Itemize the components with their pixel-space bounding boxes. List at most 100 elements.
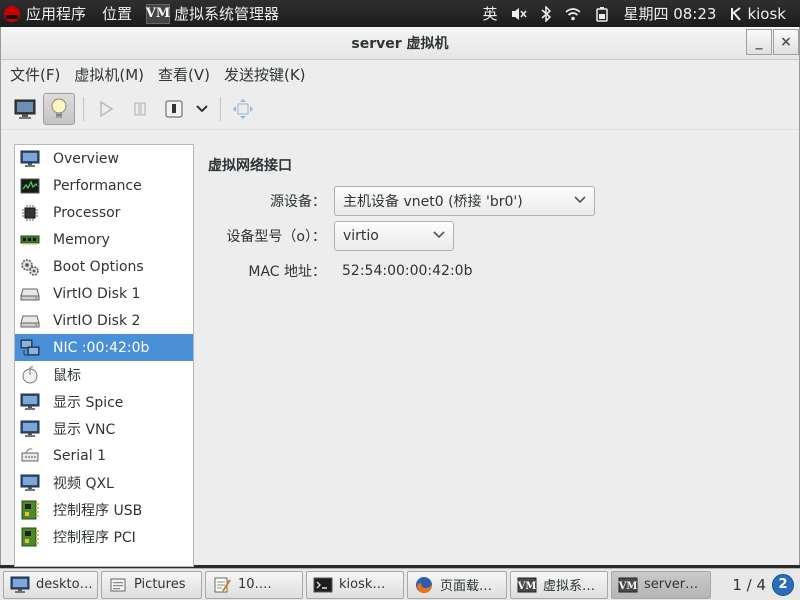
taskbar-window-label: 页面载… — [440, 579, 493, 594]
taskbar-window-button[interactable]: kiosk… — [306, 570, 404, 599]
bluetooth-icon[interactable] — [541, 5, 552, 22]
taskbar-window-button[interactable]: 页面载… — [407, 570, 507, 599]
hardware-list-item-label: VirtIO Disk 2 — [53, 312, 141, 329]
mac-address-value: 52:54:00:00:42:0b — [342, 263, 473, 279]
hardware-list-item[interactable]: NIC :00:42:0b — [15, 334, 193, 361]
wifi-icon[interactable] — [565, 7, 581, 21]
chevron-down-icon — [196, 104, 208, 112]
minimize-button[interactable]: _ — [746, 29, 772, 55]
monitor-icon — [14, 99, 36, 119]
monitor-icon — [10, 576, 30, 594]
window-title: server 虚拟机 — [351, 36, 449, 52]
menu-view[interactable]: 查看(V) — [151, 64, 217, 85]
chip-icon — [19, 203, 41, 223]
input-method-indicator[interactable]: 英 — [482, 3, 497, 24]
hardware-list-item-label: 视频 QXL — [53, 475, 114, 492]
svg-text:VM: VM — [618, 581, 637, 592]
hardware-list-item[interactable]: 控制程序 USB — [15, 496, 193, 523]
places-menu[interactable]: 位置 — [102, 0, 132, 27]
firefox-icon — [414, 576, 434, 594]
menu-vm[interactable]: 虚拟机(M) — [67, 64, 151, 85]
pause-button[interactable] — [124, 93, 156, 125]
monitor-icon — [19, 149, 41, 169]
taskbar-window-label: kiosk… — [339, 577, 386, 592]
taskbar-window-label: 10…. — [238, 577, 272, 592]
menu-send-key[interactable]: 发送按键(K) — [217, 64, 313, 85]
hardware-list-item-label: 控制程序 PCI — [53, 529, 136, 546]
taskbar-window-button[interactable]: VM 虚拟系… — [510, 570, 608, 599]
console-view-button[interactable] — [9, 93, 41, 125]
menu-file[interactable]: 文件(F) — [3, 64, 67, 85]
redhat-logo-icon — [4, 5, 20, 22]
active-app-label: 虚拟系统管理器 — [174, 5, 280, 23]
hardware-list-item[interactable]: 鼠标 — [15, 361, 193, 388]
places-menu-label: 位置 — [102, 5, 133, 23]
vm-details-window: server 虚拟机 _ × 文件(F) 虚拟机(M) 查看(V) 发送按键(K… — [0, 27, 800, 567]
hardware-list-item-label: 显示 VNC — [53, 421, 116, 438]
user-icon — [731, 6, 742, 21]
details-view-button[interactable] — [43, 92, 75, 125]
hardware-list-item-label: NIC :00:42:0b — [53, 339, 150, 356]
pause-icon — [134, 102, 146, 115]
hardware-list-item-label: Overview — [53, 150, 119, 167]
hardware-list-item[interactable]: VirtIO Disk 1 — [15, 280, 193, 307]
power-icon[interactable] — [595, 6, 609, 22]
hardware-list-item-label: Serial 1 — [53, 447, 106, 464]
hardware-list-item-label: 控制程序 USB — [53, 502, 143, 519]
device-model-value: virtio — [343, 228, 379, 244]
applications-menu[interactable]: 应用程序 — [0, 0, 86, 27]
toolbar-separator — [83, 96, 84, 121]
active-app-menu[interactable]: VM 虚拟系统管理器 — [146, 0, 279, 27]
hardware-list-item[interactable]: Processor — [15, 199, 193, 226]
controller-icon — [19, 500, 41, 520]
taskbar-window-button[interactable]: 10…. — [205, 570, 303, 599]
monitor-icon — [19, 392, 41, 412]
menubar: 文件(F) 虚拟机(M) 查看(V) 发送按键(K) — [1, 60, 799, 88]
shutdown-button[interactable] — [158, 93, 190, 125]
memory-icon — [19, 230, 41, 250]
run-button[interactable] — [90, 93, 122, 125]
controller-icon — [19, 527, 41, 547]
gears-icon — [19, 257, 41, 277]
virt-manager-icon: VM — [517, 576, 537, 594]
top-panel: 应用程序 位置 VM 虚拟系统管理器 英 星期四 08:23 kiosk — [0, 0, 800, 27]
applications-menu-label: 应用程序 — [26, 5, 87, 23]
hardware-list-item-label: 鼠标 — [53, 367, 81, 384]
clock[interactable]: 星期四 08:23 — [623, 3, 716, 24]
source-device-label: 源设备： — [270, 194, 326, 210]
system-tray: 英 星期四 08:23 kiosk — [482, 3, 800, 24]
section-title: 虚拟网络接口 — [208, 158, 292, 174]
notification-badge[interactable]: 2 — [772, 573, 794, 596]
hardware-list-item[interactable]: VirtIO Disk 2 — [15, 307, 193, 334]
taskbar-window-button[interactable]: Pictures — [101, 570, 202, 599]
hardware-list-item[interactable]: Overview — [15, 145, 193, 172]
hardware-list-item[interactable]: Memory — [15, 226, 193, 253]
hardware-list-item-label: Memory — [53, 231, 110, 248]
hardware-list-item[interactable]: 视频 QXL — [15, 469, 193, 496]
hardware-list-item[interactable]: 控制程序 PCI — [15, 523, 193, 550]
window-titlebar[interactable]: server 虚拟机 _ × — [1, 27, 799, 60]
taskbar-window-label: deskto… — [36, 577, 93, 592]
source-device-value: 主机设备 vnet0 (桥接 'br0') — [343, 194, 523, 210]
hardware-list: Overview Performance Processor Memory Boot O… — [14, 144, 194, 567]
volume-muted-icon[interactable] — [511, 7, 528, 21]
hardware-list-item[interactable]: Serial 1 — [15, 442, 193, 469]
close-button[interactable]: × — [773, 29, 799, 55]
hardware-list-item[interactable]: Performance — [15, 172, 193, 199]
fullscreen-button[interactable] — [227, 93, 259, 125]
network-icon — [19, 338, 41, 358]
workspace-pager[interactable]: 1 / 4 — [732, 576, 766, 594]
taskbar-window-button[interactable]: deskto… — [3, 570, 98, 599]
shutdown-menu-button[interactable] — [192, 93, 212, 125]
hardware-list-item-label: Processor — [53, 204, 121, 221]
hardware-list-item[interactable]: 显示 VNC — [15, 415, 193, 442]
window-list-bar: deskto… Pictures 10…. kiosk… 页面载… VM 虚拟系… VM ser… — [0, 568, 800, 600]
hardware-list-item[interactable]: 显示 Spice — [15, 388, 193, 415]
taskbar-window-button[interactable]: VM server… — [611, 570, 711, 599]
hardware-list-item[interactable]: Boot Options — [15, 253, 193, 280]
source-device-select[interactable]: 主机设备 vnet0 (桥接 'br0') — [334, 186, 595, 216]
user-menu[interactable]: kiosk — [730, 5, 786, 23]
virt-manager-icon: VM — [618, 576, 638, 594]
nic-details-panel: 虚拟网络接口 源设备： 主机设备 vnet0 (桥接 'br0') 设备型号（o… — [208, 155, 788, 290]
device-model-select[interactable]: virtio — [334, 221, 454, 251]
